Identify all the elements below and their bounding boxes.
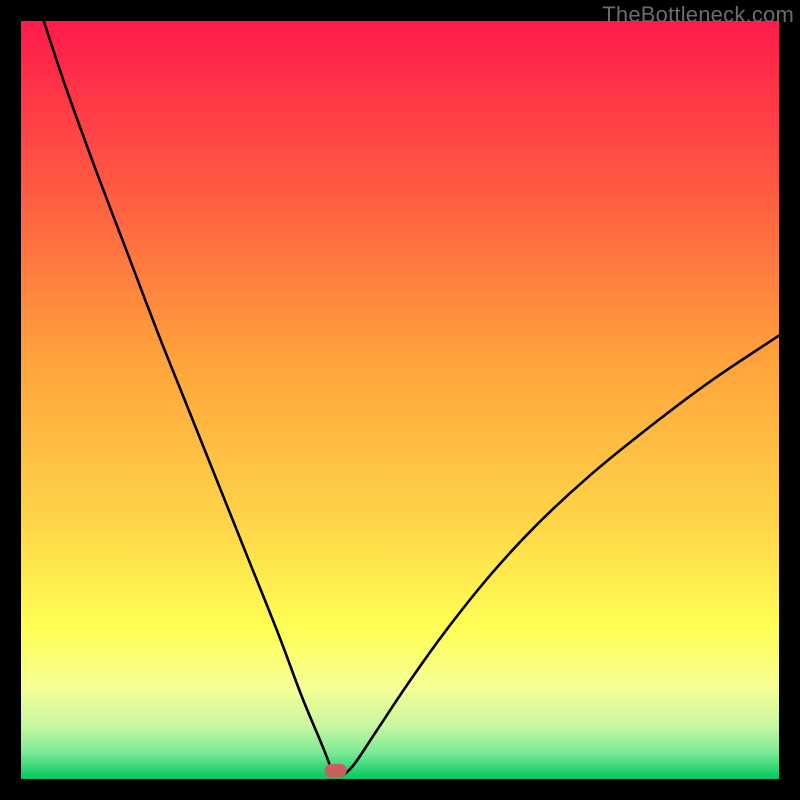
chart-frame (21, 21, 779, 779)
watermark-text: TheBottleneck.com (602, 2, 794, 28)
bottleneck-chart (21, 21, 779, 779)
minimum-marker (325, 764, 347, 777)
gradient-background (21, 21, 779, 779)
